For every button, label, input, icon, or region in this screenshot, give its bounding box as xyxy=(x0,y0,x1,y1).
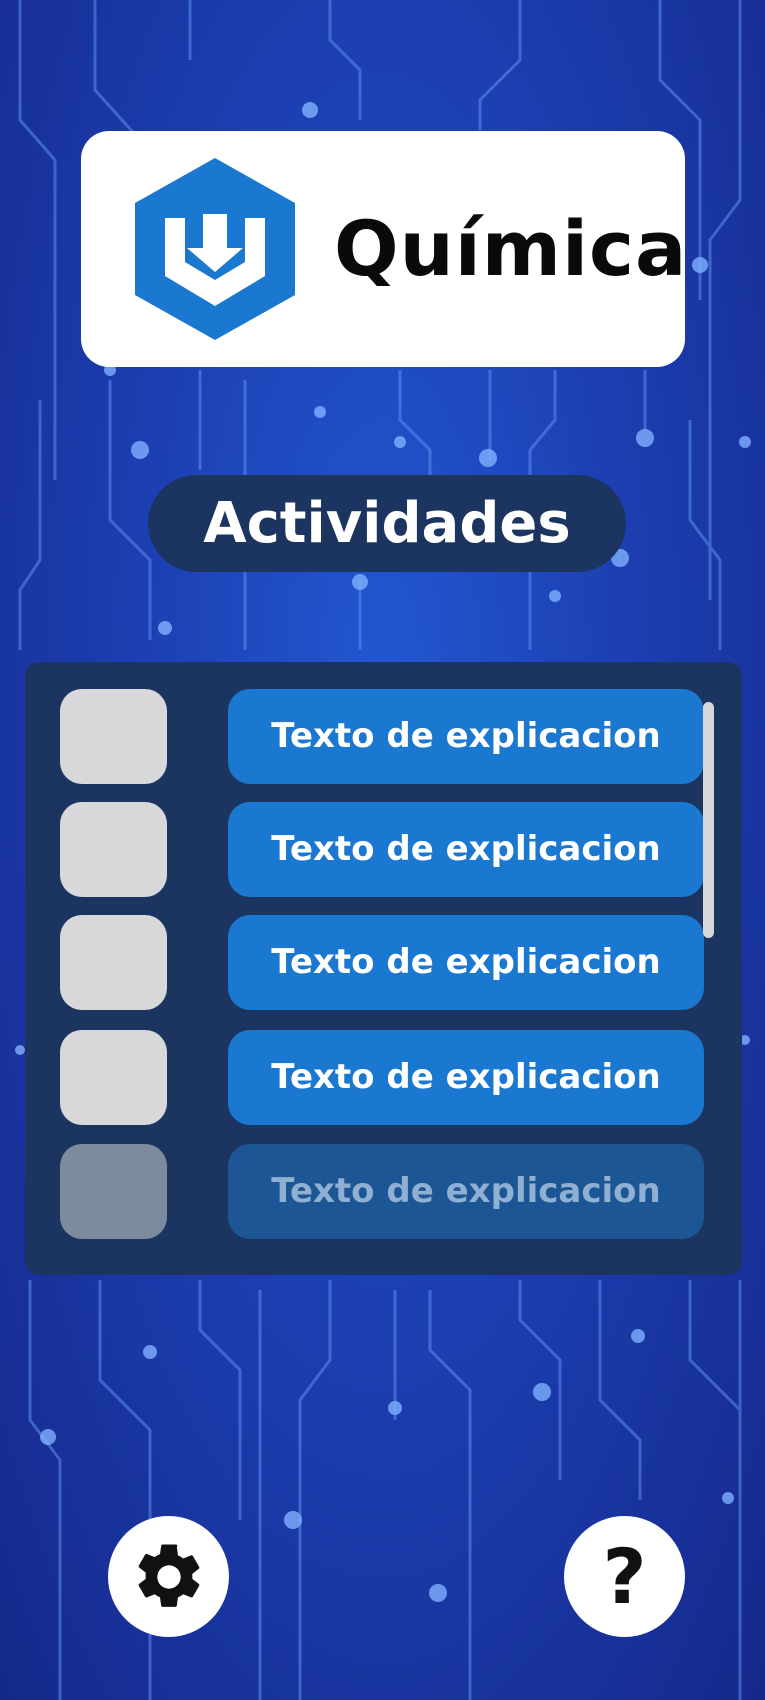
app-title: Química xyxy=(334,204,688,293)
activity-checkbox[interactable] xyxy=(60,915,167,1010)
help-button[interactable]: ? xyxy=(564,1516,685,1637)
activity-button[interactable]: Texto de explicacion xyxy=(228,802,704,897)
list-item: Texto de explicacion xyxy=(60,1030,704,1125)
list-item: Texto de explicacion xyxy=(60,1144,704,1239)
list-item: Texto de explicacion xyxy=(60,689,704,784)
activity-checkbox[interactable] xyxy=(60,1030,167,1125)
activity-checkbox[interactable] xyxy=(60,1144,167,1239)
activity-button[interactable]: Texto de explicacion xyxy=(228,1030,704,1125)
activity-checkbox[interactable] xyxy=(60,689,167,784)
activities-list[interactable]: Texto de explicacion Texto de explicacio… xyxy=(25,662,742,1275)
section-title: Actividades xyxy=(148,475,626,572)
app-header-card: Química xyxy=(81,131,688,367)
scrollbar-thumb[interactable] xyxy=(703,702,714,938)
settings-button[interactable] xyxy=(108,1516,229,1637)
activity-button[interactable]: Texto de explicacion xyxy=(228,915,704,1010)
activity-button[interactable]: Texto de explicacion xyxy=(228,689,704,784)
gear-icon xyxy=(138,1543,199,1607)
list-item: Texto de explicacion xyxy=(60,802,704,897)
hexagon-download-logo-icon xyxy=(135,158,295,340)
question-mark-icon: ? xyxy=(602,1531,647,1621)
activity-button[interactable]: Texto de explicacion xyxy=(228,1144,704,1239)
list-item: Texto de explicacion xyxy=(60,915,704,1010)
activity-checkbox[interactable] xyxy=(60,802,167,897)
